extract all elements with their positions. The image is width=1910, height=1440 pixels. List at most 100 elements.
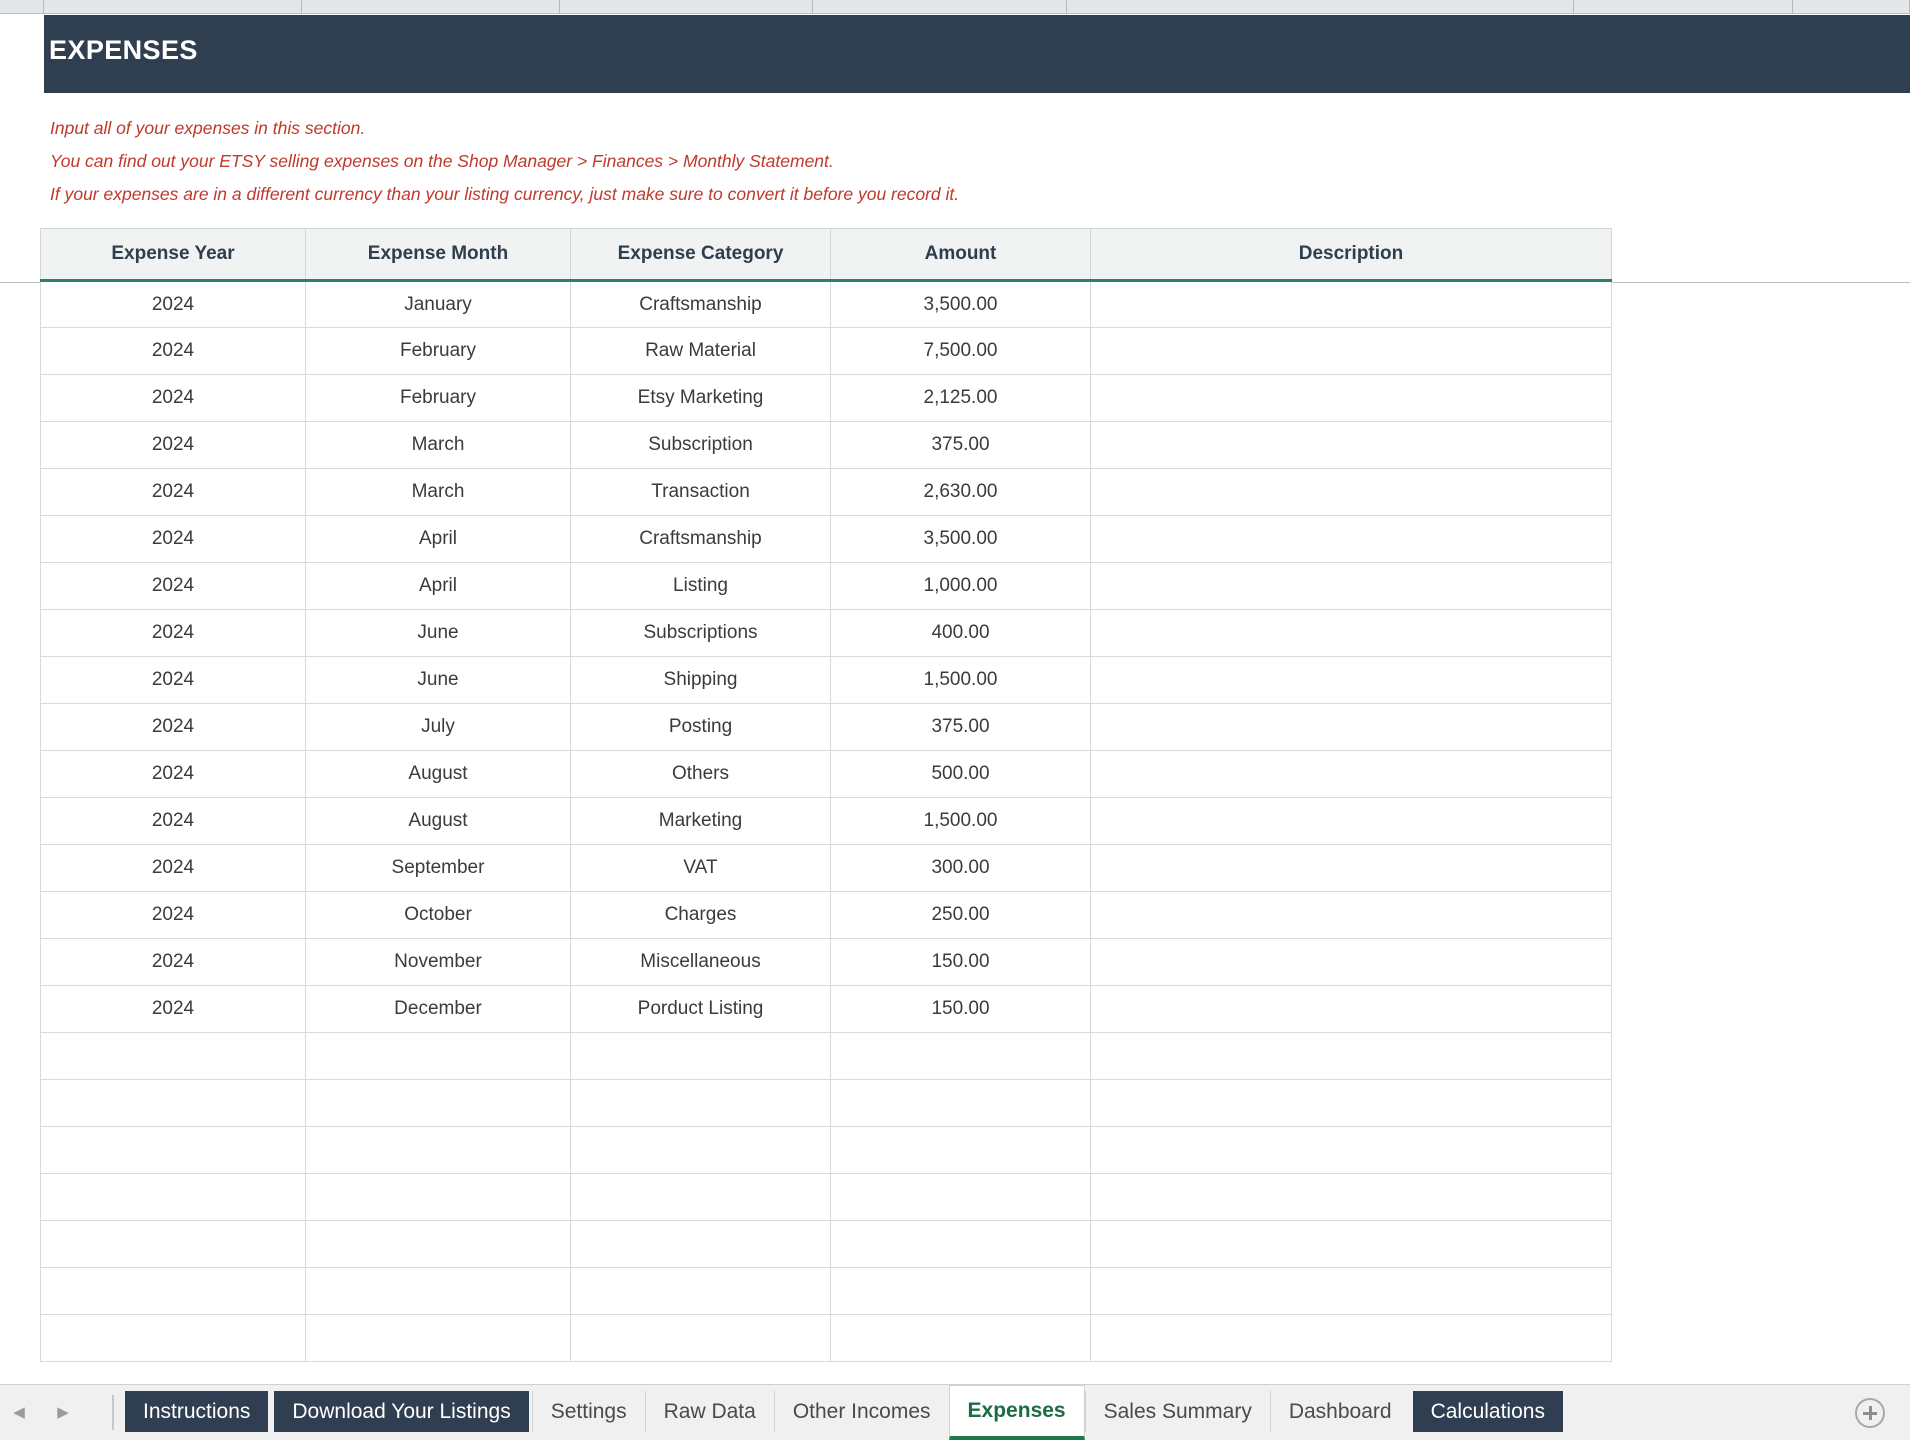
cell-description[interactable] (1091, 610, 1612, 657)
cell-expense-month[interactable]: January (306, 281, 571, 328)
table-row[interactable]: 2024NovemberMiscellaneous150.00 (41, 939, 1612, 986)
cell-expense-month[interactable]: April (306, 516, 571, 563)
cell-amount[interactable]: 1,000.00 (831, 563, 1091, 610)
cell-expense-category[interactable]: Shipping (571, 657, 831, 704)
cell-expense-month[interactable] (306, 1127, 571, 1174)
cell-expense-month[interactable]: November (306, 939, 571, 986)
cell-description[interactable] (1091, 751, 1612, 798)
cell-expense-year[interactable] (41, 1127, 306, 1174)
cell-expense-month[interactable]: September (306, 845, 571, 892)
cell-expense-month[interactable]: June (306, 610, 571, 657)
cell-amount[interactable]: 500.00 (831, 751, 1091, 798)
cell-expense-category[interactable]: Others (571, 751, 831, 798)
table-row[interactable]: 2024MarchSubscription375.00 (41, 422, 1612, 469)
cell-description[interactable] (1091, 798, 1612, 845)
cell-amount[interactable]: 1,500.00 (831, 798, 1091, 845)
cell-expense-year[interactable]: 2024 (41, 563, 306, 610)
cell-description[interactable] (1091, 704, 1612, 751)
cell-amount[interactable]: 3,500.00 (831, 516, 1091, 563)
sheet-tab-instructions[interactable]: Instructions (125, 1391, 268, 1432)
cell-description[interactable] (1091, 986, 1612, 1033)
add-sheet-button[interactable] (1830, 1385, 1910, 1440)
table-row[interactable] (41, 1127, 1612, 1174)
cell-expense-month[interactable]: February (306, 375, 571, 422)
column-header-cell[interactable] (560, 0, 813, 13)
table-row[interactable]: 2024SeptemberVAT300.00 (41, 845, 1612, 892)
cell-expense-year[interactable]: 2024 (41, 281, 306, 328)
table-row[interactable]: 2024JuneShipping1,500.00 (41, 657, 1612, 704)
cell-expense-month[interactable]: October (306, 892, 571, 939)
cell-expense-category[interactable] (571, 1033, 831, 1080)
cell-expense-month[interactable]: March (306, 422, 571, 469)
cell-description[interactable] (1091, 469, 1612, 516)
cell-expense-category[interactable]: Marketing (571, 798, 831, 845)
cell-amount[interactable] (831, 1268, 1091, 1315)
cell-amount[interactable]: 250.00 (831, 892, 1091, 939)
cell-expense-year[interactable]: 2024 (41, 328, 306, 375)
column-header-expense-category[interactable]: Expense Category (571, 229, 831, 281)
column-header-strip[interactable] (44, 0, 1910, 14)
sheet-tab-expenses[interactable]: Expenses (949, 1385, 1085, 1440)
cell-amount[interactable]: 375.00 (831, 422, 1091, 469)
cell-expense-year[interactable]: 2024 (41, 469, 306, 516)
cell-expense-category[interactable]: Craftsmanship (571, 516, 831, 563)
cell-expense-year[interactable] (41, 1221, 306, 1268)
cell-expense-month[interactable]: April (306, 563, 571, 610)
table-row[interactable]: 2024FebruaryRaw Material7,500.00 (41, 328, 1612, 375)
table-row[interactable]: 2024AprilCraftsmanship3,500.00 (41, 516, 1612, 563)
cell-expense-category[interactable]: Listing (571, 563, 831, 610)
column-header-cell[interactable] (1574, 0, 1793, 13)
cell-expense-month[interactable]: August (306, 798, 571, 845)
cell-expense-month[interactable]: February (306, 328, 571, 375)
sheet-tab-settings[interactable]: Settings (532, 1391, 645, 1432)
cell-expense-month[interactable] (306, 1268, 571, 1315)
cell-description[interactable] (1091, 516, 1612, 563)
cell-expense-category[interactable]: Charges (571, 892, 831, 939)
cell-expense-month[interactable] (306, 1033, 571, 1080)
cell-expense-year[interactable] (41, 1174, 306, 1221)
table-row[interactable]: 2024AugustOthers500.00 (41, 751, 1612, 798)
cell-expense-year[interactable]: 2024 (41, 610, 306, 657)
cell-expense-year[interactable]: 2024 (41, 375, 306, 422)
cell-amount[interactable] (831, 1080, 1091, 1127)
cell-expense-year[interactable]: 2024 (41, 516, 306, 563)
sheet-tab-dashboard[interactable]: Dashboard (1270, 1391, 1410, 1432)
cell-expense-year[interactable] (41, 1033, 306, 1080)
cell-expense-month[interactable] (306, 1174, 571, 1221)
table-row[interactable] (41, 1174, 1612, 1221)
column-header-cell[interactable] (813, 0, 1066, 13)
cell-description[interactable] (1091, 1033, 1612, 1080)
cell-expense-month[interactable] (306, 1315, 571, 1362)
cell-amount[interactable]: 2,125.00 (831, 375, 1091, 422)
cell-expense-category[interactable]: Porduct Listing (571, 986, 831, 1033)
cell-description[interactable] (1091, 1127, 1612, 1174)
cell-expense-month[interactable]: June (306, 657, 571, 704)
table-row[interactable] (41, 1080, 1612, 1127)
cell-expense-year[interactable]: 2024 (41, 422, 306, 469)
cell-expense-year[interactable]: 2024 (41, 892, 306, 939)
cell-amount[interactable]: 150.00 (831, 986, 1091, 1033)
cell-expense-month[interactable]: August (306, 751, 571, 798)
expenses-table[interactable]: Expense Year Expense Month Expense Categ… (40, 228, 1612, 1362)
table-row[interactable] (41, 1315, 1612, 1362)
cell-expense-category[interactable]: Transaction (571, 469, 831, 516)
cell-expense-month[interactable]: July (306, 704, 571, 751)
cell-expense-month[interactable]: December (306, 986, 571, 1033)
cell-expense-year[interactable] (41, 1315, 306, 1362)
cell-description[interactable] (1091, 1315, 1612, 1362)
cell-description[interactable] (1091, 563, 1612, 610)
table-row[interactable]: 2024AprilListing1,000.00 (41, 563, 1612, 610)
cell-expense-year[interactable]: 2024 (41, 704, 306, 751)
cell-expense-year[interactable]: 2024 (41, 657, 306, 704)
cell-description[interactable] (1091, 892, 1612, 939)
cell-amount[interactable] (831, 1127, 1091, 1174)
column-header-expense-month[interactable]: Expense Month (306, 229, 571, 281)
cell-description[interactable] (1091, 375, 1612, 422)
column-header-expense-year[interactable]: Expense Year (41, 229, 306, 281)
table-row[interactable]: 2024MarchTransaction2,630.00 (41, 469, 1612, 516)
cell-amount[interactable]: 150.00 (831, 939, 1091, 986)
cell-amount[interactable] (831, 1221, 1091, 1268)
cell-amount[interactable] (831, 1315, 1091, 1362)
table-row[interactable]: 2024OctoberCharges250.00 (41, 892, 1612, 939)
cell-expense-year[interactable]: 2024 (41, 939, 306, 986)
